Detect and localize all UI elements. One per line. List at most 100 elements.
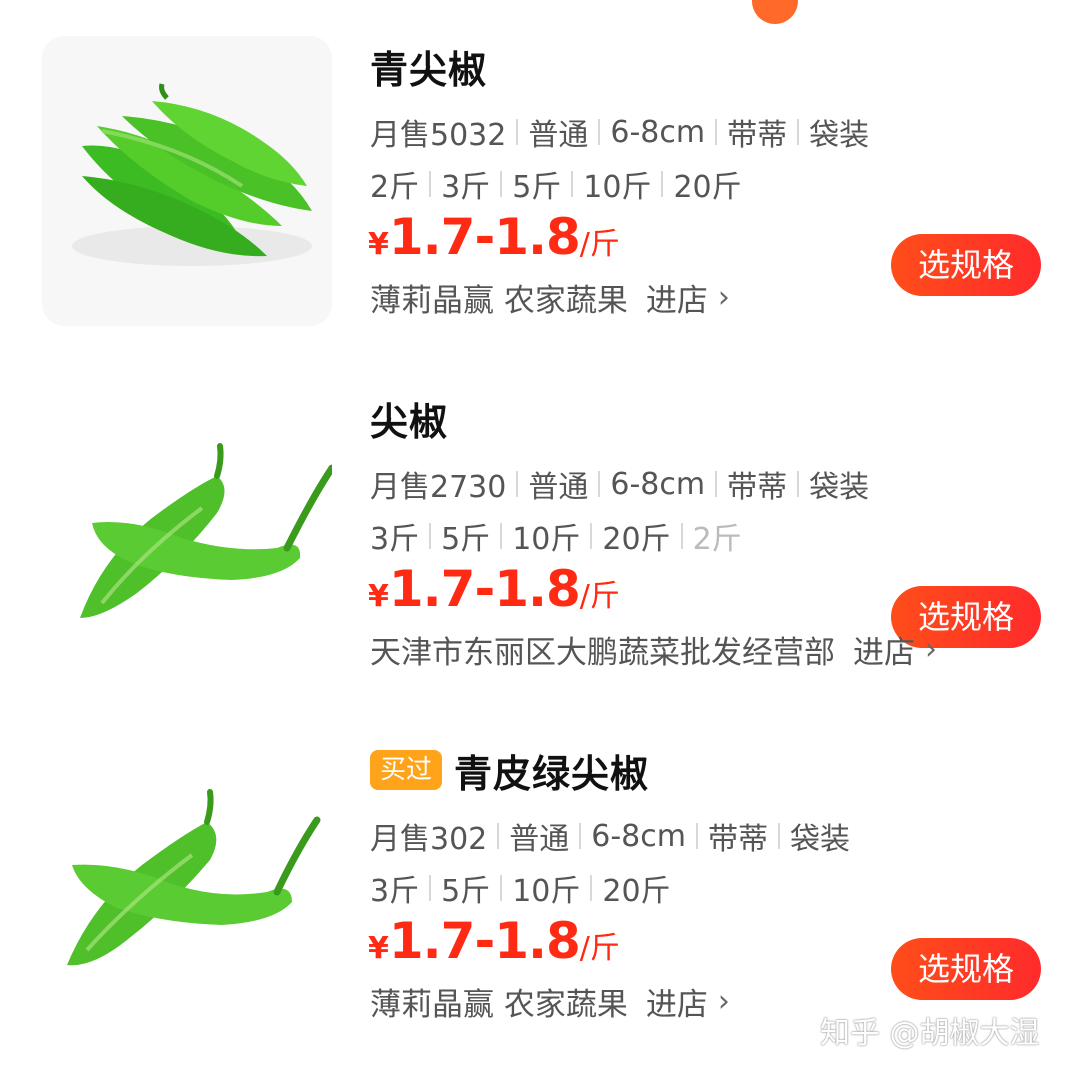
product-card[interactable]: 买过 青皮绿尖椒 月售302 普通 6-8cm 带蒂 袋装 3斤 5斤 10斤 … <box>0 740 1080 1040</box>
attr-stem: 带蒂 <box>707 822 768 857</box>
spec-option: 3斤 <box>370 522 420 557</box>
shop-row: 薄莉晶赢 农家蔬果 进店 › <box>370 274 730 320</box>
spec-option: 5斤 <box>512 170 562 205</box>
spec-option: 10斤 <box>512 874 581 909</box>
divider <box>715 119 718 145</box>
spec-option: 5斤 <box>441 522 491 557</box>
divider <box>516 471 519 497</box>
enter-shop-link[interactable]: 进店 › <box>646 275 730 320</box>
divider <box>715 471 718 497</box>
price-range: 1.7-1.8 <box>388 208 581 266</box>
attr-size: 6-8cm <box>610 114 706 150</box>
spec-option: 2斤 <box>370 170 420 205</box>
chevron-right-icon: › <box>717 983 730 1019</box>
chevron-right-icon: › <box>925 631 937 667</box>
price-unit: /斤 <box>579 931 620 966</box>
spec-options-row: 3斤 5斤 10斤 20斤 2斤 <box>370 516 742 557</box>
shop-row: 薄莉晶赢 农家蔬果 进店 › <box>370 978 730 1024</box>
spec-option: 20斤 <box>602 522 671 557</box>
price-unit: /斤 <box>579 227 620 262</box>
title-row: 买过 青皮绿尖椒 <box>370 742 649 798</box>
title-row: 青尖椒 <box>370 38 487 94</box>
divider <box>797 119 800 145</box>
divider <box>500 523 503 549</box>
attr-size: 6-8cm <box>610 466 706 502</box>
shop-name[interactable]: 薄莉晶赢 农家蔬果 <box>370 979 628 1024</box>
price-row: ¥ 1.7-1.8 /斤 <box>368 912 620 972</box>
attr-grade: 普通 <box>509 822 570 857</box>
attr-packaging: 袋装 <box>789 822 850 857</box>
attr-packaging: 袋装 <box>809 118 870 153</box>
attr-grade: 普通 <box>528 470 589 505</box>
divider <box>680 523 683 549</box>
price-row: ¥ 1.7-1.8 /斤 <box>368 560 620 620</box>
product-title[interactable]: 尖椒 <box>370 391 448 446</box>
divider <box>429 875 432 901</box>
divider <box>579 823 582 849</box>
price-row: ¥ 1.7-1.8 /斤 <box>368 208 620 268</box>
divider <box>598 119 601 145</box>
decorative-orange-shape <box>752 0 798 24</box>
attribute-row: 月售5032 普通 6-8cm 带蒂 袋装 <box>370 112 870 154</box>
spec-option: 3斤 <box>370 874 420 909</box>
spec-option-unavailable: 2斤 <box>692 522 742 557</box>
product-card[interactable]: 尖椒 月售2730 普通 6-8cm 带蒂 袋装 3斤 5斤 10斤 20斤 2… <box>0 388 1080 688</box>
product-image[interactable] <box>42 36 332 326</box>
currency-symbol: ¥ <box>368 227 389 262</box>
attribute-row: 月售2730 普通 6-8cm 带蒂 袋装 <box>370 464 870 506</box>
bought-before-badge: 买过 <box>370 750 443 790</box>
enter-shop-link[interactable]: 进店 › <box>853 627 937 672</box>
price-unit: /斤 <box>579 579 620 614</box>
divider <box>500 171 503 197</box>
spec-option: 10斤 <box>512 522 581 557</box>
select-spec-button[interactable]: 选规格 <box>891 938 1041 1000</box>
spec-options-row: 3斤 5斤 10斤 20斤 <box>370 868 671 909</box>
spec-option: 20斤 <box>602 874 671 909</box>
attribute-row: 月售302 普通 6-8cm 带蒂 袋装 <box>370 816 850 858</box>
product-title[interactable]: 青尖椒 <box>370 39 487 94</box>
divider <box>497 823 500 849</box>
enter-shop-link[interactable]: 进店 › <box>646 979 730 1024</box>
attr-packaging: 袋装 <box>809 470 870 505</box>
attr-stem: 带蒂 <box>727 118 788 153</box>
divider <box>500 875 503 901</box>
currency-symbol: ¥ <box>368 579 389 614</box>
divider <box>695 823 698 849</box>
divider <box>661 171 664 197</box>
enter-shop-label: 进店 <box>853 634 915 671</box>
spec-option: 20斤 <box>673 170 742 205</box>
product-image[interactable] <box>42 388 332 678</box>
monthly-sales: 月售5032 <box>370 118 507 153</box>
price-range: 1.7-1.8 <box>388 560 581 618</box>
divider <box>429 523 432 549</box>
spec-options-row: 2斤 3斤 5斤 10斤 20斤 <box>370 164 742 205</box>
shop-name[interactable]: 薄莉晶赢 农家蔬果 <box>370 275 628 320</box>
monthly-sales: 月售302 <box>370 822 488 857</box>
divider <box>797 471 800 497</box>
divider <box>516 119 519 145</box>
spec-option: 3斤 <box>441 170 491 205</box>
shop-row: 天津市东丽区大鹏蔬菜批发经营部 进店 › <box>370 626 937 672</box>
product-card[interactable]: 青尖椒 月售5032 普通 6-8cm 带蒂 袋装 2斤 3斤 5斤 10斤 2… <box>0 36 1080 336</box>
spec-option: 5斤 <box>441 874 491 909</box>
enter-shop-label: 进店 <box>645 986 708 1023</box>
price-range: 1.7-1.8 <box>388 912 581 970</box>
select-spec-button[interactable]: 选规格 <box>891 234 1041 296</box>
monthly-sales: 月售2730 <box>370 470 507 505</box>
title-row: 尖椒 <box>370 390 448 446</box>
divider <box>571 171 574 197</box>
product-image[interactable] <box>42 740 332 1030</box>
currency-symbol: ¥ <box>368 931 389 966</box>
divider <box>598 471 601 497</box>
divider <box>429 171 432 197</box>
attr-size: 6-8cm <box>591 818 686 854</box>
enter-shop-label: 进店 <box>645 282 708 319</box>
spec-option: 10斤 <box>583 170 652 205</box>
divider <box>777 823 780 849</box>
attr-stem: 带蒂 <box>727 470 788 505</box>
attr-grade: 普通 <box>528 118 589 153</box>
shop-name[interactable]: 天津市东丽区大鹏蔬菜批发经营部 <box>370 627 835 672</box>
product-title[interactable]: 青皮绿尖椒 <box>454 743 649 798</box>
divider <box>590 523 593 549</box>
divider <box>590 875 593 901</box>
